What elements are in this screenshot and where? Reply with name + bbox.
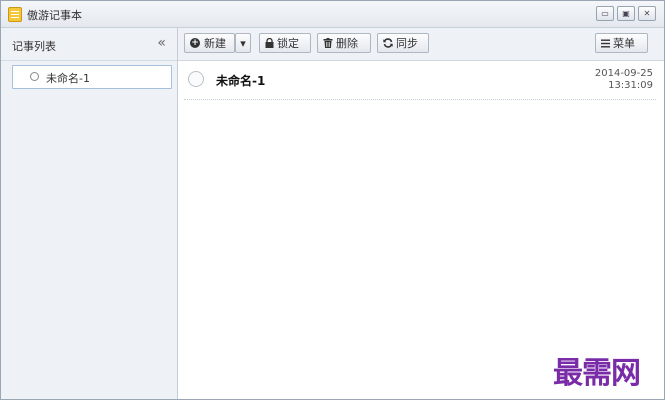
site-watermark: 最需网 (553, 356, 641, 391)
delete-button-label: 删除 (336, 37, 358, 50)
new-button-label: 新建 (204, 37, 226, 50)
menu-button[interactable]: 菜单 (595, 33, 648, 53)
title-bar: 傲游记事本 ▭ ▣ ✕ (1, 1, 664, 28)
note-list-sidebar: 记事列表 « 未命名-1 (1, 28, 178, 399)
list-item-label: 未命名-1 (46, 72, 90, 85)
lock-button-label: 锁定 (277, 37, 299, 50)
sidebar-header: 记事列表 « (1, 28, 177, 61)
notepad-icon (8, 7, 22, 22)
trash-icon (323, 38, 333, 48)
minimize-button[interactable]: ▭ (596, 6, 614, 21)
note-header: 未命名-1 2014-09-25 13:31:09 (184, 61, 656, 100)
menu-button-label: 菜单 (613, 37, 635, 50)
note-timestamp: 2014-09-25 13:31:09 (595, 68, 653, 92)
lock-icon (265, 38, 274, 48)
plus-icon: + (190, 38, 200, 48)
sync-button[interactable]: 同步 (377, 33, 429, 53)
chevron-down-icon: ▾ (240, 36, 246, 50)
collapse-icon[interactable]: « (157, 35, 166, 51)
new-dropdown-button[interactable]: ▾ (235, 33, 251, 53)
lock-button[interactable]: 锁定 (259, 33, 311, 53)
list-item[interactable]: 未命名-1 (12, 65, 172, 89)
menu-icon (601, 39, 610, 47)
note-status-checkbox[interactable] (188, 71, 204, 87)
toolbar: + 新建 ▾ 锁定 删除 同步 菜单 (178, 28, 664, 61)
delete-button[interactable]: 删除 (317, 33, 371, 53)
close-button[interactable]: ✕ (638, 6, 656, 21)
note-editor: + 新建 ▾ 锁定 删除 同步 菜单 未命名-1 2014-09-25 13:3… (178, 28, 664, 399)
note-date: 2014-09-25 (594, 68, 653, 79)
new-button[interactable]: + 新建 (184, 33, 235, 53)
window-title: 傲游记事本 (27, 9, 82, 22)
window-controls: ▭ ▣ ✕ (596, 6, 656, 21)
note-title[interactable]: 未命名-1 (216, 72, 265, 89)
sync-button-label: 同步 (396, 37, 418, 50)
refresh-icon (383, 38, 393, 48)
maximize-button[interactable]: ▣ (617, 6, 635, 21)
circle-icon (30, 72, 39, 81)
app-window: 傲游记事本 ▭ ▣ ✕ 记事列表 « 未命名-1 + 新建 ▾ 锁定 删除 同步… (0, 0, 665, 400)
sidebar-title: 记事列表 (12, 40, 56, 53)
note-time: 13:31:09 (608, 80, 653, 91)
